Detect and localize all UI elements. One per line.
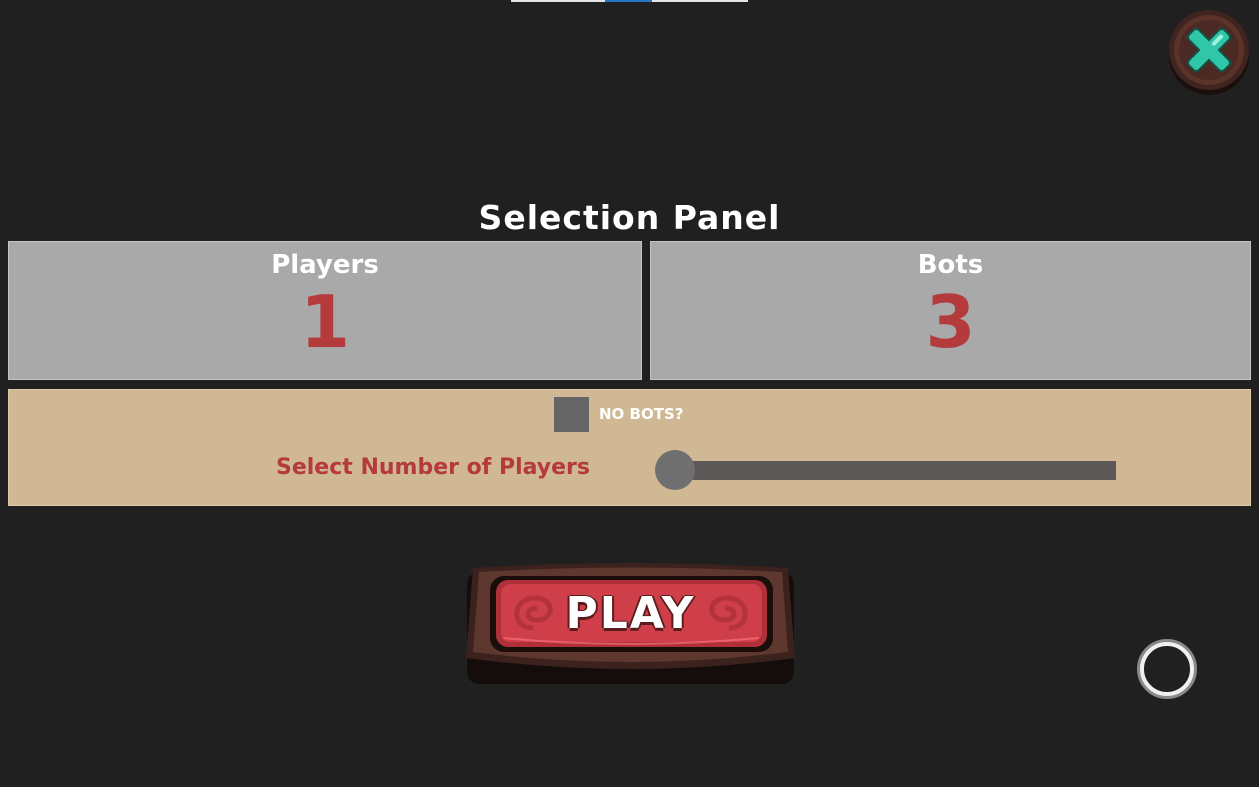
- players-slider-thumb[interactable]: [655, 450, 695, 490]
- panel-title: Selection Panel: [478, 198, 781, 237]
- players-label: Players: [271, 250, 379, 280]
- top-tab-left[interactable]: [511, 0, 605, 2]
- bots-card: Bots 3: [650, 241, 1251, 380]
- close-button[interactable]: [1167, 8, 1251, 96]
- players-count: 1: [299, 280, 351, 364]
- play-label: PLAY: [565, 588, 696, 639]
- play-button[interactable]: PLAY: [463, 558, 798, 690]
- bots-label: Bots: [917, 250, 984, 280]
- players-slider-track[interactable]: [674, 461, 1116, 480]
- players-slider-label: Select Number of Players: [276, 455, 591, 480]
- circle-ring-icon[interactable]: [1136, 638, 1198, 700]
- close-x-icon: [1169, 10, 1249, 95]
- config-panel: NO BOTS? Select Number of Players: [8, 389, 1251, 506]
- no-bots-checkbox[interactable]: [554, 397, 589, 432]
- game-screen: Selection Panel Players 1 Bots 3 NO BOTS…: [0, 0, 1259, 787]
- top-tab-active[interactable]: [605, 0, 652, 2]
- bots-count: 3: [925, 280, 976, 364]
- circle-ring-svg: [1137, 639, 1197, 699]
- top-tab-right[interactable]: [652, 0, 748, 2]
- top-tab-strip: [511, 0, 748, 2]
- no-bots-label: NO BOTS?: [599, 405, 684, 423]
- players-card: Players 1: [8, 241, 642, 380]
